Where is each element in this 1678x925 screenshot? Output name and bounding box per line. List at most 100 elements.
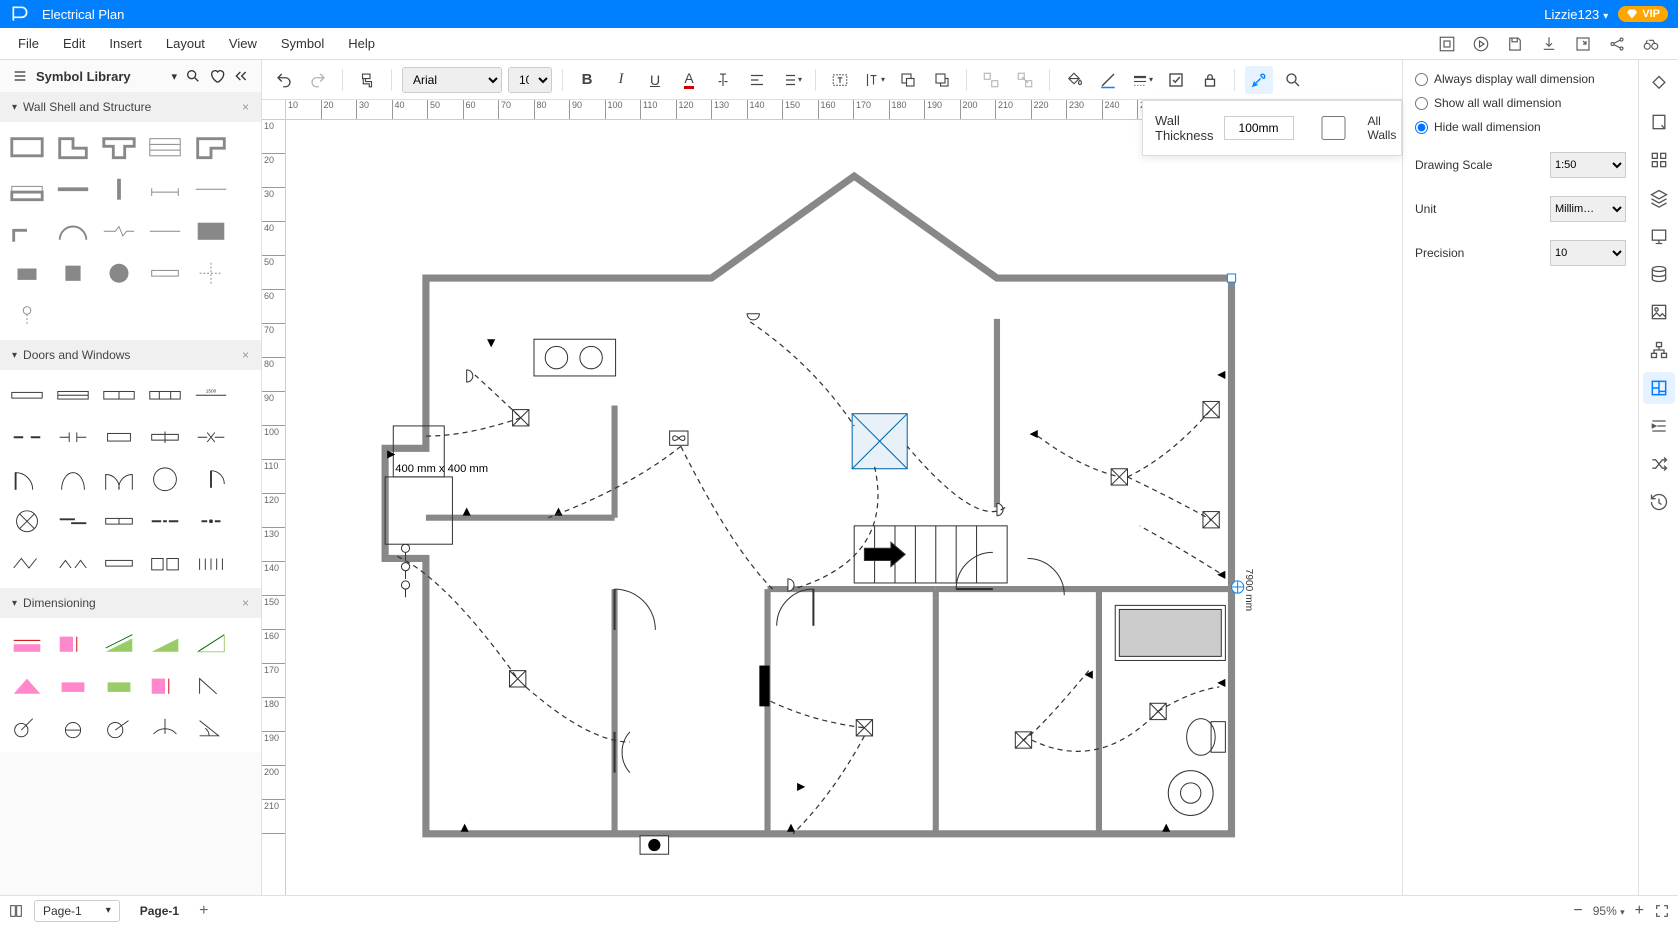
shape-dim-g2[interactable] [144,624,186,662]
unit-select[interactable]: Millim… [1550,196,1626,222]
shape-sliding-1[interactable] [52,502,94,540]
shape-wall-thin[interactable] [190,170,232,208]
shape-folding-1[interactable] [6,544,48,582]
shape-window-1[interactable] [6,376,48,414]
shape-wall-dim[interactable] [144,170,186,208]
shape-window-4[interactable] [144,376,186,414]
theme-icon[interactable] [1643,68,1675,100]
username[interactable]: Lizzie123▾ [1544,7,1608,22]
floorplan-icon[interactable] [1643,372,1675,404]
shape-wall-slab[interactable] [144,128,186,166]
align-button[interactable] [743,66,771,94]
collapse-icon[interactable] [233,68,249,84]
shape-wall-seg[interactable] [52,170,94,208]
list-icon[interactable] [12,68,28,84]
menu-layout[interactable]: Layout [154,30,217,57]
close-icon[interactable]: × [242,100,249,114]
close-icon[interactable]: × [242,596,249,610]
shape-dim-arc2[interactable] [52,708,94,746]
fit-icon[interactable] [1438,35,1456,53]
search-icon[interactable] [185,68,201,84]
slide-icon[interactable] [1643,220,1675,252]
binoculars-icon[interactable] [1642,35,1660,53]
text-box-button[interactable] [826,66,854,94]
category-wall-shell[interactable]: ▾ Wall Shell and Structure × [0,92,261,122]
shape-dim-red1[interactable] [6,624,48,662]
shape-dim-g3[interactable] [190,624,232,662]
font-select[interactable]: Arial [402,67,502,93]
font-color-button[interactable]: A [675,66,703,94]
grid-icon[interactable] [1643,144,1675,176]
shape-section[interactable] [144,212,186,250]
shape-window-2[interactable] [52,376,94,414]
search-canvas-button[interactable] [1279,66,1307,94]
checkbox-button[interactable] [1162,66,1190,94]
line-style-button[interactable]: ▾ [1128,66,1156,94]
shape-revolving[interactable] [6,502,48,540]
shape-opening-1[interactable] [6,418,48,456]
shape-door-1[interactable] [6,460,48,498]
canvas-area[interactable]: 1020304050607080901001101201301401501601… [262,100,1402,895]
format-painter-button[interactable] [353,66,381,94]
shape-dim-g4[interactable] [98,666,140,704]
shape-opening-2[interactable] [52,418,94,456]
vip-badge[interactable]: VIP [1618,6,1668,22]
shape-small-rect[interactable] [6,254,48,292]
shape-door-4[interactable] [144,460,186,498]
line-color-button[interactable] [1094,66,1122,94]
shape-circle[interactable] [98,254,140,292]
menu-insert[interactable]: Insert [97,30,154,57]
shape-opening-4[interactable] [144,418,186,456]
bold-button[interactable]: B [573,66,601,94]
shape-garage-2[interactable] [144,544,186,582]
underline-button[interactable]: U [641,66,669,94]
menu-view[interactable]: View [217,30,269,57]
text-height-button[interactable] [709,66,737,94]
radio-show-dim[interactable]: Show all wall dimension [1415,96,1626,110]
shape-wall-t[interactable] [98,128,140,166]
shape-wall-vseg[interactable] [98,170,140,208]
chevron-down-icon[interactable]: ▾ [171,70,177,83]
shape-folding-2[interactable] [52,544,94,582]
page-selector[interactable]: Page-1▾ [34,900,120,922]
shape-wall-l2[interactable] [190,128,232,166]
shape-wall-plan[interactable] [6,170,48,208]
shape-dim-rad2[interactable] [144,708,186,746]
shape-wall-rect[interactable] [6,128,48,166]
history-icon[interactable] [1643,486,1675,518]
shape-wall-l1[interactable] [52,128,94,166]
close-icon[interactable]: × [242,348,249,362]
shape-door-3[interactable] [98,460,140,498]
wall-thickness-input[interactable] [1224,116,1294,140]
sitemap-icon[interactable] [1643,334,1675,366]
shape-opening-5[interactable] [190,418,232,456]
radio-hide-dim[interactable]: Hide wall dimension [1415,120,1626,134]
font-size-select[interactable]: 10 [508,67,552,93]
shape-door-2[interactable] [52,460,94,498]
zoom-in-button[interactable]: + [1635,902,1644,920]
shape-square[interactable] [52,254,94,292]
zoom-out-button[interactable]: − [1573,902,1582,920]
menu-edit[interactable]: Edit [51,30,97,57]
database-icon[interactable] [1643,258,1675,290]
shape-dim-angle2[interactable] [190,708,232,746]
fill-color-button[interactable] [1060,66,1088,94]
menu-file[interactable]: File [6,30,51,57]
shape-garage-3[interactable] [190,544,232,582]
image-icon[interactable] [1643,296,1675,328]
fullscreen-icon[interactable] [1654,903,1670,919]
ungroup-button[interactable] [1011,66,1039,94]
shape-window-5[interactable]: 1500 [190,376,232,414]
pages-icon[interactable] [8,903,24,919]
scale-select[interactable]: 1:50 [1550,152,1626,178]
download-icon[interactable] [1540,35,1558,53]
shape-node[interactable] [6,296,48,334]
export-icon[interactable] [1574,35,1592,53]
undo-button[interactable] [270,66,298,94]
layers-icon[interactable] [1643,182,1675,214]
send-back-button[interactable] [928,66,956,94]
shape-sliding-3[interactable] [144,502,186,540]
tools-button[interactable] [1245,66,1273,94]
list-button[interactable]: ▾ [777,66,805,94]
shape-garage-1[interactable] [98,544,140,582]
